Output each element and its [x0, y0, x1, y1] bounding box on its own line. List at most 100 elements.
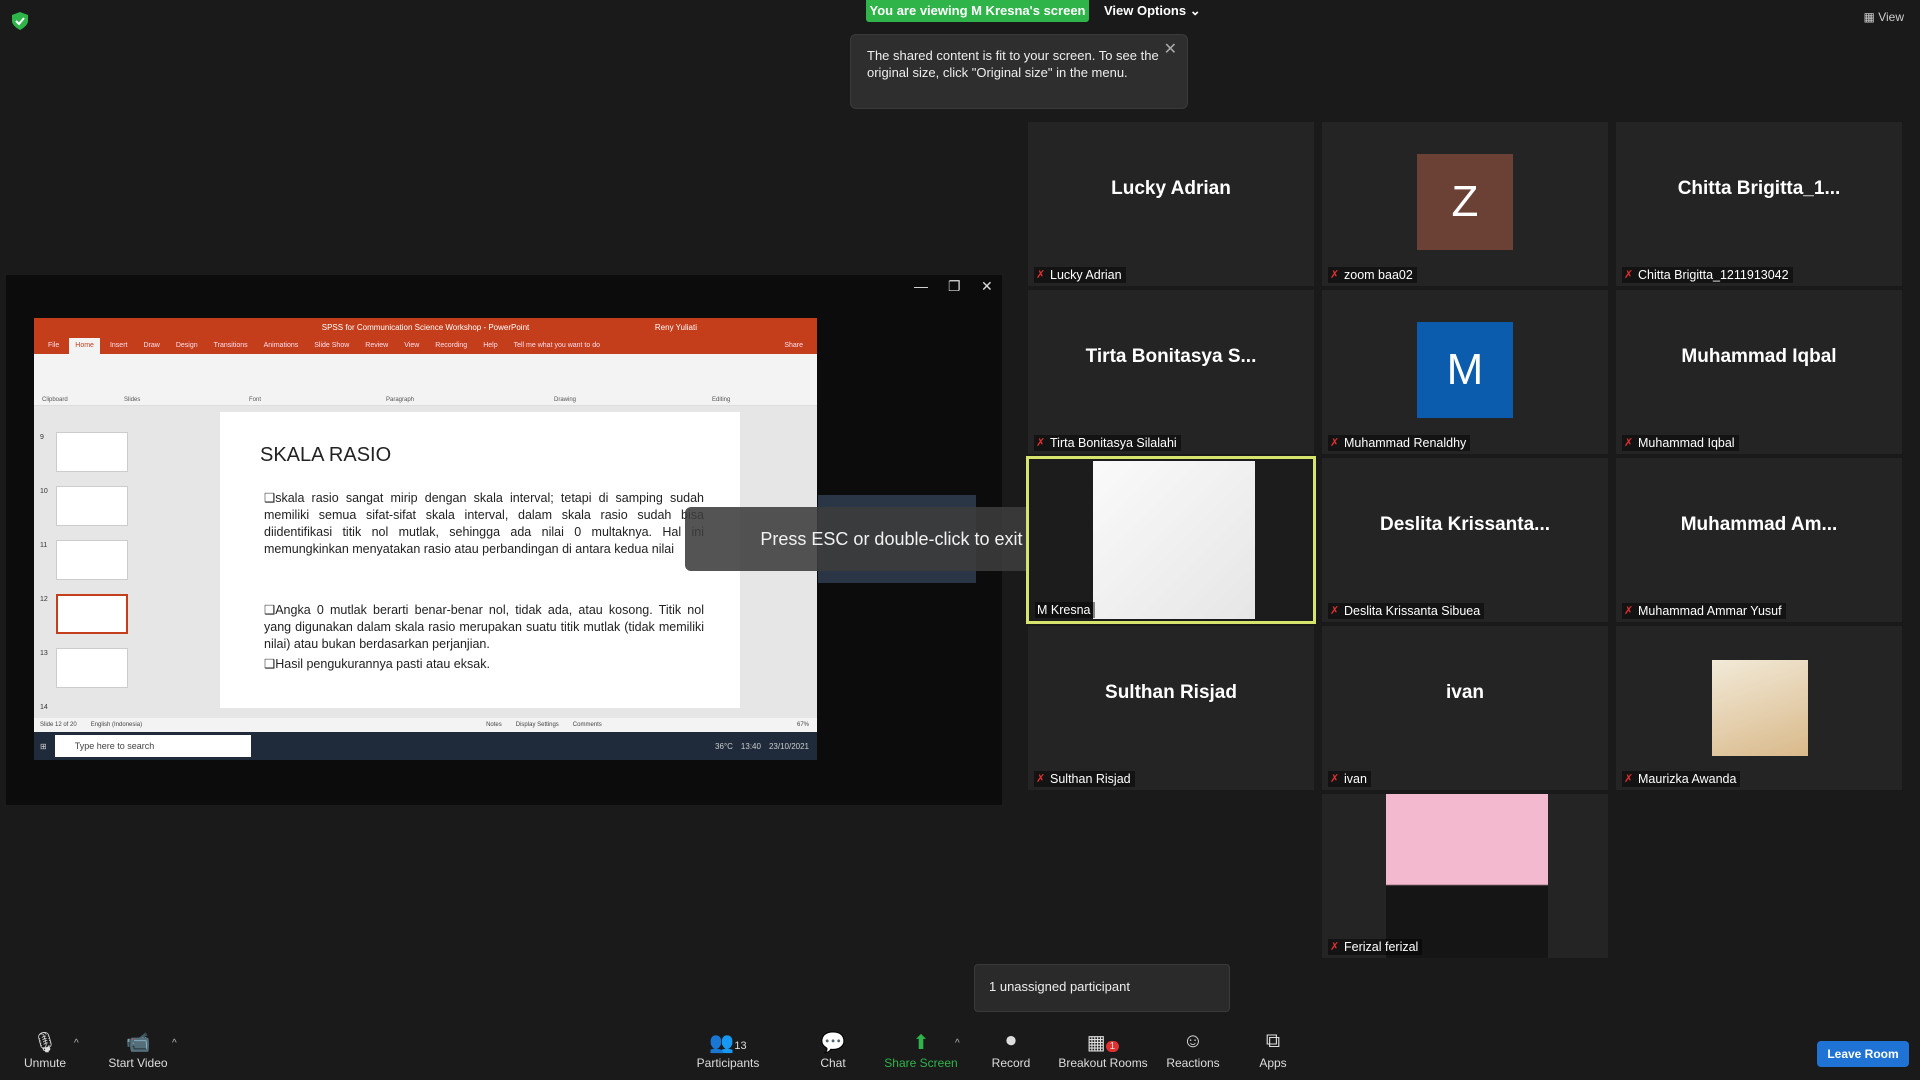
participant-tile[interactable]: Deslita Krissanta... ✗ Deslita Krissanta S…: [1322, 458, 1608, 622]
apps-button[interactable]: ⧉ Apps: [1228, 1030, 1318, 1070]
share-screen-label: Share Screen: [884, 1056, 958, 1070]
ppt-tab-transitions[interactable]: Transitions: [208, 338, 254, 354]
slide-thumbnails[interactable]: 9 10 11 12 13 14: [34, 406, 150, 718]
thumb-number: 14: [40, 704, 48, 711]
participant-tile[interactable]: M ✗ Muhammad Renaldhy: [1322, 290, 1608, 454]
participant-tile[interactable]: Tirta Bonitasya S... ✗ Tirta Bonitasya Sil…: [1028, 290, 1314, 454]
slide-canvas[interactable]: SKALA RASIO ❑skala rasio sangat mirip de…: [220, 412, 740, 708]
ppt-ribbon-tabs: File Home Insert Draw Design Transitions…: [34, 338, 817, 354]
slide-thumbnail-selected[interactable]: [56, 594, 128, 634]
slide-bullet: ❑Angka 0 mutlak berarti benar-benar nol,…: [264, 602, 704, 653]
reactions-button[interactable]: ☺ Reactions: [1148, 1030, 1238, 1070]
participant-tile[interactable]: Sulthan Risjad ✗ Sulthan Risjad: [1028, 626, 1314, 790]
video-off-icon: 📹: [125, 1032, 151, 1054]
participant-name: Tirta Bonitasya Silalahi: [1050, 436, 1177, 450]
chat-label: Chat: [820, 1056, 846, 1070]
windows-taskbar: ⊞ Type here to search 36°C 13:40 23/10/2…: [34, 732, 817, 760]
thumb-number: 13: [40, 650, 48, 657]
participant-tile[interactable]: Muhammad Iqbal ✗ Muhammad Iqbal: [1616, 290, 1902, 454]
mic-muted-icon: ✗: [1624, 773, 1634, 785]
participant-tile[interactable]: ivan ✗ ivan: [1322, 626, 1608, 790]
view-button[interactable]: ▦ View: [1864, 10, 1904, 24]
start-video-button[interactable]: 📹 Start Video: [93, 1030, 183, 1070]
ppt-tab-slideshow[interactable]: Slide Show: [308, 338, 355, 354]
slide-bullet: ❑Hasil pengukurannya pasti atau eksak.: [264, 656, 704, 673]
participants-button[interactable]: 👥13 Participants: [683, 1030, 773, 1070]
participants-count: 13: [734, 1040, 747, 1052]
security-shield-icon[interactable]: [12, 12, 28, 30]
video-options-caret-icon[interactable]: ^: [172, 1038, 177, 1049]
participant-display-name: Lucky Adrian: [1111, 178, 1231, 199]
participant-tile[interactable]: ✗ Maurizka Awanda: [1616, 626, 1902, 790]
view-options-dropdown[interactable]: View Options ⌄: [1104, 0, 1204, 22]
mic-muted-icon: ✗: [1330, 773, 1340, 785]
audio-options-caret-icon[interactable]: ^: [74, 1038, 79, 1049]
participant-display-name: Tirta Bonitasya S...: [1085, 346, 1257, 367]
status-notes[interactable]: Notes: [486, 718, 502, 732]
status-zoom[interactable]: 67%: [797, 718, 809, 732]
mic-muted-icon: ✗: [1036, 269, 1046, 281]
ppt-tab-draw[interactable]: Draw: [137, 338, 165, 354]
clock-time: 13:40: [740, 741, 761, 751]
slide-thumbnail[interactable]: [56, 486, 128, 526]
unmute-button[interactable]: 🎙 Unmute: [0, 1030, 90, 1070]
participant-name: Muhammad Ammar Yusuf: [1638, 604, 1782, 618]
status-display[interactable]: Display Settings: [516, 718, 559, 732]
ppt-titlebar: SPSS for Communication Science Workshop …: [34, 318, 817, 338]
ppt-tab-view[interactable]: View: [398, 338, 425, 354]
chat-icon: 💬: [820, 1032, 846, 1054]
restore-icon[interactable]: ❐: [948, 278, 961, 295]
ppt-tab-file[interactable]: File: [42, 338, 65, 354]
close-icon[interactable]: ✕: [1164, 41, 1177, 58]
slide-thumbnail[interactable]: [56, 648, 128, 688]
participant-label: ✗ Lucky Adrian: [1034, 267, 1126, 283]
ppt-tab-insert[interactable]: Insert: [104, 338, 134, 354]
ppt-tab-recording[interactable]: Recording: [429, 338, 473, 354]
ppt-share[interactable]: Share: [778, 338, 809, 354]
status-comments[interactable]: Comments: [573, 718, 602, 732]
start-video-label: Start Video: [108, 1056, 168, 1070]
participant-tile-active-speaker[interactable]: M Kresna: [1026, 456, 1316, 624]
view-options-label: View Options: [1104, 3, 1187, 18]
share-screen-button[interactable]: ⬆ Share Screen: [876, 1030, 966, 1070]
mic-muted-icon: ✗: [1330, 437, 1340, 449]
chat-button[interactable]: 💬 Chat: [788, 1030, 878, 1070]
meeting-toolbar: 🎙 Unmute ^ 📹 Start Video ^ 👥13 Participants…: [0, 1020, 1920, 1080]
minimize-icon[interactable]: —: [914, 278, 928, 294]
reactions-icon: ☺: [1182, 1030, 1204, 1052]
participant-tile[interactable]: Muhammad Am... ✗ Muhammad Ammar Yusuf: [1616, 458, 1902, 622]
thumb-number: 10: [40, 488, 48, 495]
slide-thumbnail[interactable]: [56, 540, 128, 580]
status-lang: English (Indonesia): [90, 722, 143, 728]
ppt-tab-review[interactable]: Review: [359, 338, 394, 354]
ppt-tell-me[interactable]: Tell me what you want to do: [508, 338, 606, 354]
participant-tile[interactable]: Chitta Brigitta_1... ✗ Chitta Brigitta_121…: [1616, 122, 1902, 286]
share-options-caret-icon[interactable]: ^: [955, 1038, 960, 1049]
slide-thumbnail[interactable]: [56, 432, 128, 472]
record-button[interactable]: ⏺ Record: [966, 1030, 1056, 1070]
ppt-tab-animations[interactable]: Animations: [258, 338, 305, 354]
participant-tile[interactable]: ✗ Ferizal ferizal: [1322, 794, 1608, 958]
participant-label: ✗ Muhammad Ammar Yusuf: [1622, 603, 1786, 619]
taskbar-search[interactable]: Type here to search: [54, 735, 251, 757]
unassigned-participant-popup[interactable]: 1 unassigned participant: [974, 964, 1230, 1012]
ppt-ribbon: Clipboard Slides Font Paragraph Drawing …: [34, 354, 817, 406]
participant-name: zoom baa02: [1344, 268, 1413, 282]
leave-room-button[interactable]: Leave Room: [1817, 1041, 1909, 1067]
participant-tile[interactable]: Lucky Adrian ✗ Lucky Adrian: [1028, 122, 1314, 286]
ppt-tab-help[interactable]: Help: [477, 338, 503, 354]
ppt-tab-design[interactable]: Design: [170, 338, 204, 354]
participant-tile[interactable]: Z ✗ zoom baa02: [1322, 122, 1608, 286]
participant-display-name: Muhammad Am...: [1680, 514, 1838, 535]
record-label: Record: [991, 1056, 1031, 1070]
ppt-title: SPSS for Communication Science Workshop …: [321, 323, 530, 332]
ppt-tab-home[interactable]: Home: [69, 338, 100, 354]
apps-icon: ⧉: [1265, 1030, 1281, 1052]
close-icon[interactable]: ✕: [981, 278, 993, 295]
participant-name: M Kresna: [1037, 603, 1091, 617]
bullet-text: Angka 0 mutlak berarti benar-benar nol, …: [264, 603, 704, 651]
mic-muted-icon: ✗: [1624, 605, 1634, 617]
breakout-rooms-button[interactable]: ▦ 1 Breakout Rooms: [1058, 1030, 1148, 1070]
apps-label: Apps: [1259, 1056, 1287, 1070]
windows-start-icon[interactable]: ⊞: [40, 742, 47, 751]
